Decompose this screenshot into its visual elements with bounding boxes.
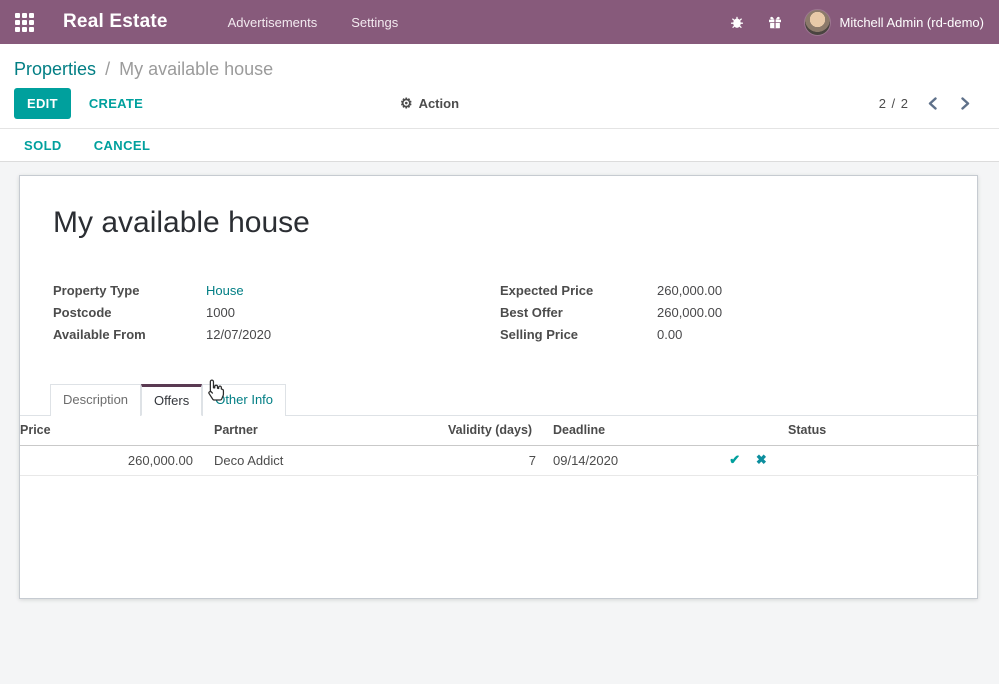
tab-description[interactable]: Description [50,384,141,416]
bug-icon[interactable] [728,13,746,31]
chevron-right-icon [960,97,971,110]
form-sheet: My available house Property Type House P… [19,175,978,599]
apps-grid-icon[interactable] [15,13,35,32]
column-price[interactable]: Price [20,416,193,445]
field-expected-price: Expected Price 260,000.00 [500,282,944,299]
action-label: Action [419,96,459,111]
field-label: Property Type [53,282,206,299]
offer-validity[interactable]: 7 [448,445,538,475]
offer-status [788,445,979,475]
offer-price[interactable]: 260,000.00 [20,445,193,475]
accept-offer-check-icon[interactable]: ✔ [729,452,740,467]
breadcrumb: Properties / My available house [0,44,999,84]
column-deadline[interactable]: Deadline [538,416,708,445]
field-selling-price: Selling Price 0.00 [500,326,944,343]
control-panel-buttons: EDIT CREATE ⚙ Action 2 / 2 [0,84,999,128]
field-best-offer: Best Offer 260,000.00 [500,304,944,321]
offer-deadline[interactable]: 09/14/2020 [538,445,708,475]
column-actions [708,416,788,445]
field-groups: Property Type House Postcode 1000 Availa… [53,277,944,348]
notebook-tabs: Description Offers Other Info [20,384,977,416]
available-from-value: 12/07/2020 [206,326,500,343]
property-type-link[interactable]: House [206,282,500,299]
cancel-button[interactable]: CANCEL [94,138,151,153]
field-postcode: Postcode 1000 [53,304,500,321]
record-pager: 2 / 2 [879,95,975,112]
best-offer-value: 260,000.00 [657,304,944,321]
pager-next-button[interactable] [956,95,975,112]
field-label: Best Offer [500,304,657,321]
app-brand[interactable]: Real Estate [63,11,168,33]
create-button[interactable]: CREATE [89,96,143,111]
navbar-menus: Advertisements Settings [226,11,401,34]
user-avatar [804,9,831,36]
form-view-area: My available house Property Type House P… [0,162,999,599]
gift-icon[interactable] [766,13,784,31]
user-menu[interactable]: Mitchell Admin (rd-demo) [804,9,985,36]
form-statusbar: SOLD CANCEL [0,128,999,162]
control-panel: Properties / My available house EDIT CRE… [0,44,999,128]
column-status[interactable]: Status [788,416,979,445]
menu-settings[interactable]: Settings [349,11,400,34]
column-validity[interactable]: Validity (days) [448,416,538,445]
edit-button[interactable]: EDIT [14,88,71,119]
field-property-type: Property Type House [53,282,500,299]
breadcrumb-properties-link[interactable]: Properties [14,59,96,79]
menu-advertisements[interactable]: Advertisements [226,11,320,34]
refuse-offer-x-icon[interactable]: ✖ [756,452,767,467]
action-menu[interactable]: ⚙ Action [400,95,459,112]
gear-icon: ⚙ [400,95,413,112]
column-partner[interactable]: Partner [193,416,448,445]
pager-value: 2 / 2 [879,96,909,111]
sold-button[interactable]: SOLD [24,138,62,153]
field-group-right: Expected Price 260,000.00 Best Offer 260… [500,277,944,348]
top-navbar: Real Estate Advertisements Settings Mitc… [0,0,999,44]
field-available-from: Available From 12/07/2020 [53,326,500,343]
field-label: Expected Price [500,282,657,299]
selling-price-value: 0.00 [657,326,944,343]
field-label: Available From [53,326,206,343]
field-label: Postcode [53,304,206,321]
notebook: Description Offers Other Info Price Part… [20,384,977,476]
breadcrumb-current: My available house [119,59,273,79]
navbar-right: Mitchell Admin (rd-demo) [728,9,985,36]
field-group-left: Property Type House Postcode 1000 Availa… [53,277,500,348]
offer-actions: ✔ ✖ [708,445,788,475]
tab-offers[interactable]: Offers [141,384,202,416]
offers-table-header: Price Partner Validity (days) Deadline S… [20,416,979,445]
expected-price-value: 260,000.00 [657,282,944,299]
offer-partner[interactable]: Deco Addict [193,445,448,475]
field-label: Selling Price [500,326,657,343]
offer-row[interactable]: 260,000.00 Deco Addict 7 09/14/2020 ✔ ✖ [20,445,979,475]
chevron-left-icon [927,97,938,110]
offers-table: Price Partner Validity (days) Deadline S… [20,416,979,476]
pager-previous-button[interactable] [923,95,942,112]
postcode-value: 1000 [206,304,500,321]
user-name: Mitchell Admin (rd-demo) [840,15,985,30]
property-title: My available house [53,206,944,240]
breadcrumb-separator: / [105,59,110,79]
tab-other-info[interactable]: Other Info [202,384,286,416]
